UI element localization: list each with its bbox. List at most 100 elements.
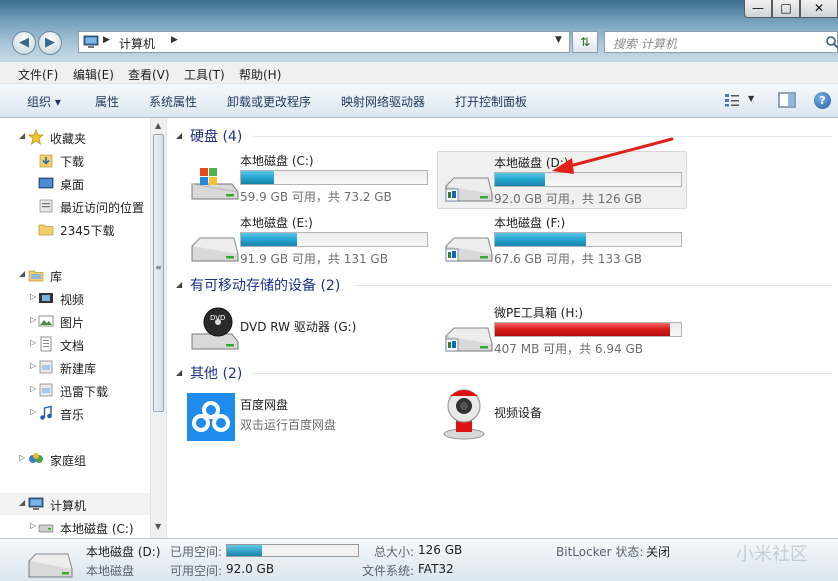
group-label: 其他 (2) [190, 366, 243, 382]
app-name: 百度网盘 [240, 398, 289, 412]
nav-pictures[interactable]: ▷ 图片 [0, 310, 150, 332]
expand-arrow-icon[interactable]: ▷ [30, 361, 36, 370]
nav-homegroup[interactable]: ▷ 家庭组 [0, 448, 150, 470]
expand-arrow-icon[interactable]: ◢ [19, 131, 25, 140]
scroll-up-icon[interactable]: ▲ [155, 121, 161, 130]
drive-tile-g[interactable]: DVD DVD RW 驱动器 (G:) [184, 302, 434, 360]
menu-edit[interactable]: 编辑(E) [73, 66, 114, 83]
map-network-drive-button[interactable]: 映射网络驱动器 [341, 93, 425, 110]
details-bitlocker-value: 关闭 [646, 545, 671, 559]
drive-detail: 92.0 GB 可用，共 126 GB [494, 192, 642, 206]
expand-arrow-icon[interactable]: ▷ [19, 453, 25, 462]
nav-favorites[interactable]: ◢ 收藏夹 [0, 126, 150, 148]
drive-usage-fill [495, 173, 546, 186]
drive-usage-bar [494, 172, 682, 187]
expand-arrow-icon[interactable]: ▷ [30, 315, 36, 324]
collapse-arrow-icon[interactable]: ◢ [176, 131, 182, 140]
expand-arrow-icon[interactable]: ◢ [19, 269, 25, 278]
nav-music[interactable]: ▷ 音乐 [0, 402, 150, 424]
scroll-thumb[interactable]: ≡ [153, 134, 164, 412]
scroll-down-icon[interactable]: ▼ [155, 522, 161, 531]
back-button[interactable]: ◀ [12, 31, 36, 55]
chevron-down-icon[interactable]: ▼ [748, 94, 754, 103]
nav-desktop[interactable]: 桌面 [0, 172, 150, 194]
expand-arrow-icon[interactable]: ▷ [30, 521, 36, 530]
preview-pane-icon[interactable] [778, 92, 796, 108]
expand-arrow-icon[interactable]: ▷ [30, 338, 36, 347]
organize-button[interactable]: 组织 ▾ [27, 93, 61, 110]
collapse-arrow-icon[interactable]: ◢ [176, 280, 182, 289]
recent-places-icon [39, 199, 53, 213]
drive-tile-e[interactable]: 本地磁盘 (E:) 91.9 GB 可用，共 131 GB [184, 212, 434, 270]
computer-icon [28, 497, 44, 510]
breadcrumb-separator-icon[interactable]: ▶ [171, 35, 178, 45]
uninstall-program-button[interactable]: 卸载或更改程序 [227, 93, 311, 110]
expand-arrow-icon[interactable]: ▷ [30, 384, 36, 393]
menu-view[interactable]: 查看(V) [128, 66, 170, 83]
nav-thunder-downloads[interactable]: ▷ 迅雷下载 [0, 379, 150, 401]
library-icon [39, 383, 53, 397]
desktop-icon [38, 177, 54, 189]
refresh-button[interactable]: ⇅ [572, 31, 598, 53]
nav-recent-places[interactable]: 最近访问的位置 [0, 195, 150, 217]
app-tile-baidu-netdisk[interactable]: 百度网盘 双击运行百度网盘 [184, 392, 434, 450]
close-button[interactable]: ✕ [800, 0, 838, 18]
nav-drive-c[interactable]: ▷ 本地磁盘 (C:) [0, 516, 150, 538]
library-icon [39, 360, 53, 374]
minimize-button[interactable]: — [744, 0, 772, 18]
nav-libraries[interactable]: ◢ 库 [0, 264, 150, 286]
drive-tile-c[interactable]: 本地磁盘 (C:) 59.9 GB 可用，共 73.2 GB [184, 150, 434, 208]
drive-usage-bar [494, 232, 682, 247]
menu-bar: 文件(F) 编辑(E) 查看(V) 工具(T) 帮助(H) [0, 62, 838, 84]
nav-label: 桌面 [60, 178, 85, 192]
breadcrumb-separator-icon[interactable]: ▶ [103, 35, 110, 45]
nav-new-library[interactable]: ▷ 新建库 [0, 356, 150, 378]
drive-tile-h[interactable]: 微PE工具箱 (H:) 407 MB 可用，共 6.94 GB [438, 302, 688, 360]
drive-tile-d[interactable]: 本地磁盘 (D:) 92.0 GB 可用，共 126 GB [437, 151, 687, 209]
view-options-icon[interactable] [724, 93, 740, 107]
nav-downloads[interactable]: 下载 [0, 149, 150, 171]
properties-button[interactable]: 属性 [95, 93, 119, 110]
group-divider [354, 285, 832, 286]
address-bar[interactable]: ▶ 计算机 ▶ ▼ [78, 31, 570, 53]
navigation-pane: ◢ 收藏夹 下载 桌面 最近访问的位置 2345下载 ◢ 库 ▷ 视频 ▷ 图片… [0, 118, 167, 538]
nav-label: 新建库 [60, 362, 97, 376]
downloads-folder-icon [39, 154, 53, 168]
nav-computer[interactable]: ◢ 计算机 [0, 493, 150, 515]
search-input[interactable]: 搜索 计算机 [604, 31, 838, 53]
expand-arrow-icon[interactable]: ▷ [30, 292, 36, 301]
collapse-arrow-icon[interactable]: ◢ [176, 368, 182, 377]
computer-icon [83, 35, 99, 48]
device-tile-camera[interactable]: 视频设备 [438, 386, 688, 444]
nav-label: 视频 [60, 293, 85, 307]
help-icon[interactable]: ? [814, 92, 831, 109]
drive-tile-f[interactable]: 本地磁盘 (F:) 67.6 GB 可用，共 133 GB [438, 212, 688, 270]
nav-videos[interactable]: ▷ 视频 [0, 287, 150, 309]
breadcrumb-computer[interactable]: 计算机 [119, 35, 155, 52]
chevron-down-icon[interactable]: ▼ [555, 35, 562, 45]
details-total-label: 总大小: [374, 545, 415, 559]
search-icon[interactable] [825, 35, 838, 49]
open-control-panel-button[interactable]: 打开控制面板 [455, 93, 527, 110]
details-fs-value: FAT32 [418, 562, 454, 576]
forward-button[interactable]: ▶ [38, 31, 62, 55]
system-properties-button[interactable]: 系统属性 [149, 93, 197, 110]
nav-label: 家庭组 [50, 454, 87, 468]
nav-2345-downloads[interactable]: 2345下载 [0, 218, 150, 240]
nav-documents[interactable]: ▷ 文档 [0, 333, 150, 355]
expand-arrow-icon[interactable]: ◢ [19, 498, 25, 507]
expand-arrow-icon[interactable]: ▷ [30, 407, 36, 416]
maximize-button[interactable]: □ [772, 0, 800, 18]
group-divider [252, 373, 832, 374]
nav-scrollbar[interactable]: ▲ ≡ ▼ [150, 118, 166, 538]
menu-help[interactable]: 帮助(H) [239, 66, 281, 83]
video-library-icon [39, 293, 53, 303]
search-placeholder: 搜索 计算机 [613, 37, 677, 51]
nav-label: 收藏夹 [50, 132, 87, 146]
menu-tools[interactable]: 工具(T) [184, 66, 225, 83]
menu-file[interactable]: 文件(F) [18, 66, 58, 83]
details-free-value: 92.0 GB [226, 562, 275, 576]
drive-name: 微PE工具箱 (H:) [494, 306, 584, 320]
pictures-library-icon [38, 315, 54, 327]
hard-drive-icon [38, 524, 54, 533]
